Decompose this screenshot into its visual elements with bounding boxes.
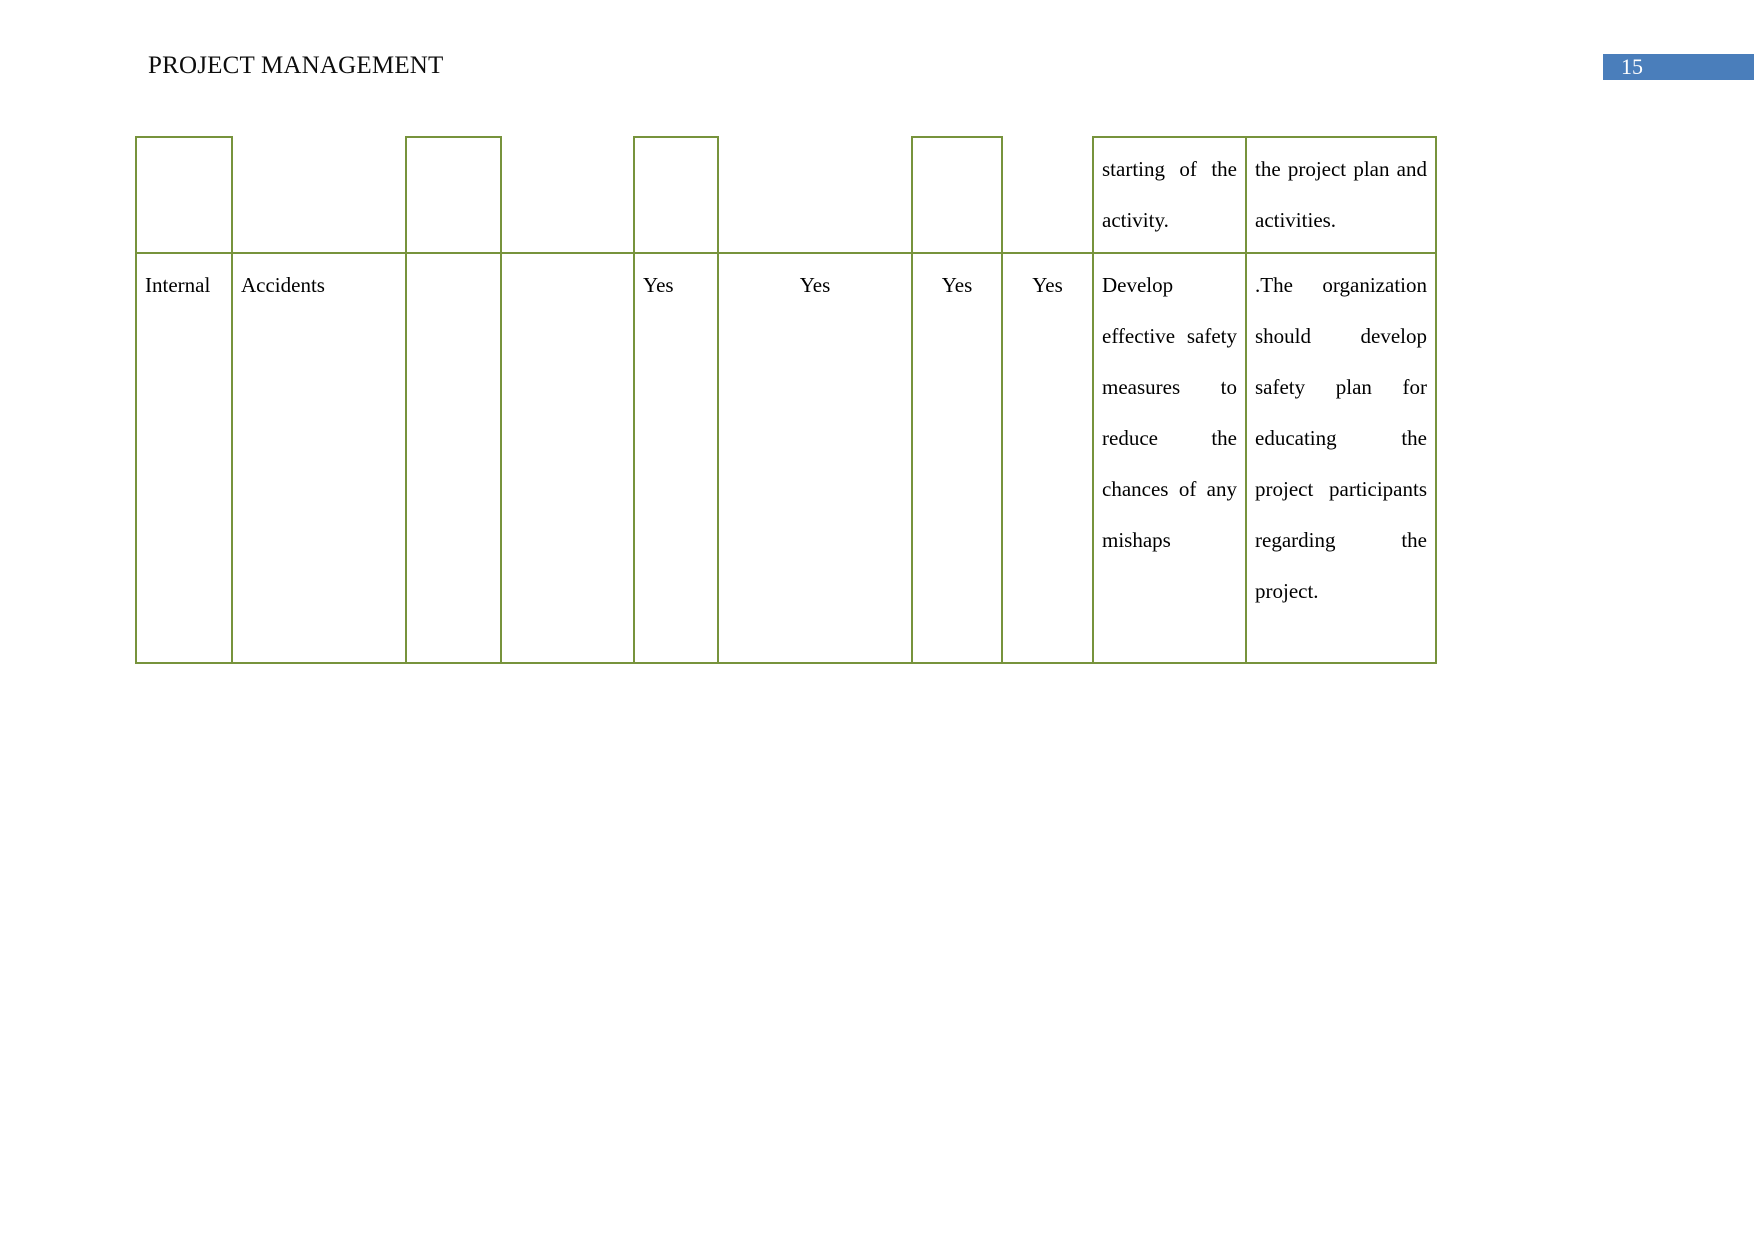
cell-text <box>407 254 500 266</box>
table-cell-col5: Yes <box>634 252 719 664</box>
cell-text: the project plan and activities. <box>1255 157 1427 232</box>
cell-text <box>502 254 633 266</box>
cell-text: Yes <box>1032 273 1063 297</box>
table-cell-col5 <box>633 136 719 253</box>
table-cell-col4 <box>501 252 635 664</box>
cell-text <box>407 138 500 150</box>
table-cell-source <box>135 136 233 253</box>
page-number-badge: 15 <box>1603 54 1754 80</box>
cell-text: Accidents <box>241 273 325 297</box>
cell-text: starting of the activity. <box>1102 157 1237 232</box>
cell-text <box>913 138 1001 150</box>
table-cell-col6: Yes <box>718 252 913 664</box>
cell-text: Yes <box>643 273 674 297</box>
table-cell-col6 <box>718 137 912 253</box>
table-cell-col8: Yes <box>1002 252 1094 664</box>
cell-text: Yes <box>941 273 973 297</box>
table-cell-risk: Accidents <box>232 252 407 664</box>
table-cell-col8 <box>1002 137 1093 253</box>
cell-text <box>719 137 911 149</box>
table-cell-response: the project plan and activities. <box>1246 136 1437 253</box>
table-cell-col7: Yes <box>912 252 1003 664</box>
cell-text: Yes <box>799 273 831 297</box>
cell-text <box>233 137 405 149</box>
table-cell-risk <box>232 137 406 253</box>
table-cell-mitigation: starting of the activity. <box>1092 136 1247 253</box>
table-cell-mitigation: Develop effective safety measures to red… <box>1093 252 1247 664</box>
cell-text: Internal <box>145 273 211 297</box>
table-row: starting of the activity. the project pl… <box>135 136 1437 253</box>
cell-text <box>635 138 717 150</box>
table-cell-col4 <box>501 137 634 253</box>
cell-text <box>1003 137 1092 149</box>
risk-register-table: starting of the activity. the project pl… <box>135 136 1437 664</box>
page-title: PROJECT MANAGEMENT <box>148 52 444 79</box>
cell-text <box>137 138 231 150</box>
table-cell-col3 <box>406 252 502 664</box>
table-cell-col7 <box>911 136 1003 253</box>
table-cell-response: .The organization should develop safety … <box>1246 252 1437 664</box>
cell-text: .The organization should develop safety … <box>1255 273 1427 603</box>
table-cell-col3 <box>405 136 502 253</box>
table-row: Internal Accidents Yes Yes Yes Yes Devel… <box>135 252 1437 664</box>
cell-text <box>502 137 633 149</box>
cell-text: Develop effective safety measures to red… <box>1102 273 1237 552</box>
table-cell-source: Internal <box>135 252 233 664</box>
